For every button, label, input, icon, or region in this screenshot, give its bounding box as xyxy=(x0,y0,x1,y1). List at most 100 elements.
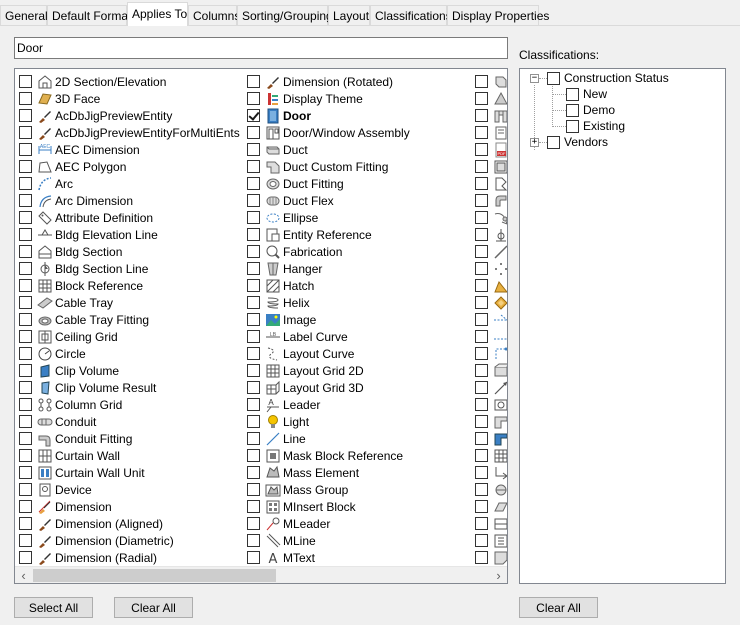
object-type-item[interactable]: Duct xyxy=(247,141,308,158)
object-type-checkbox[interactable] xyxy=(475,313,488,326)
object-type-checkbox[interactable] xyxy=(247,347,260,360)
object-type-checkbox[interactable] xyxy=(247,313,260,326)
object-type-item[interactable]: Helix xyxy=(247,294,310,311)
object-type-item[interactable]: PDF xyxy=(475,141,507,158)
object-type-checkbox[interactable] xyxy=(475,483,488,496)
object-type-checkbox[interactable] xyxy=(19,245,32,258)
object-type-checkbox[interactable] xyxy=(247,143,260,156)
object-type-checkbox[interactable] xyxy=(19,534,32,547)
tree-node-new[interactable]: New xyxy=(566,86,607,102)
horizontal-scrollbar[interactable]: ‹ › xyxy=(15,566,507,583)
object-type-item[interactable]: Mask Block Reference xyxy=(247,447,403,464)
object-type-checkbox[interactable] xyxy=(475,432,488,445)
object-type-checkbox[interactable] xyxy=(19,109,32,122)
object-type-item[interactable] xyxy=(475,260,507,277)
object-type-checkbox[interactable] xyxy=(19,75,32,88)
object-type-item[interactable] xyxy=(475,515,507,532)
collapse-icon[interactable]: − xyxy=(530,73,539,83)
object-type-checkbox[interactable] xyxy=(475,160,488,173)
object-type-item[interactable] xyxy=(475,192,507,209)
object-type-item[interactable]: Arc xyxy=(19,175,73,192)
tab-columns[interactable]: Columns xyxy=(188,5,240,25)
object-type-item[interactable]: Ellipse xyxy=(247,209,318,226)
filter-input[interactable] xyxy=(14,37,508,59)
object-type-item[interactable]: Dimension (Aligned) xyxy=(19,515,163,532)
object-type-item[interactable]: Clip Volume xyxy=(19,362,119,379)
object-type-checkbox[interactable] xyxy=(247,211,260,224)
tree-node-existing[interactable]: Existing xyxy=(566,118,625,134)
object-type-item[interactable]: Line xyxy=(247,430,306,447)
scroll-right-icon[interactable]: › xyxy=(490,567,507,583)
object-type-checkbox[interactable] xyxy=(247,449,260,462)
object-type-item[interactable] xyxy=(475,124,507,141)
object-type-checkbox[interactable] xyxy=(475,347,488,360)
object-type-item[interactable] xyxy=(475,345,507,362)
object-type-item[interactable]: Layout Grid 2D xyxy=(247,362,364,379)
object-type-item[interactable]: AcDbJigPreviewEntity xyxy=(19,107,172,124)
object-type-checkbox[interactable] xyxy=(19,347,32,360)
object-type-item[interactable]: Cable Tray Fitting xyxy=(19,311,149,328)
object-type-checkbox[interactable] xyxy=(247,432,260,445)
object-type-checkbox[interactable] xyxy=(247,330,260,343)
object-type-checkbox[interactable] xyxy=(19,160,32,173)
object-type-checkbox[interactable] xyxy=(475,228,488,241)
object-type-checkbox[interactable] xyxy=(247,381,260,394)
object-type-item[interactable] xyxy=(475,107,507,124)
object-type-item[interactable]: Entity Reference xyxy=(247,226,372,243)
object-type-checkbox[interactable] xyxy=(19,364,32,377)
object-type-checkbox[interactable] xyxy=(475,551,488,564)
classifications-tree[interactable]: − Construction Status New Demo Existing … xyxy=(519,68,726,584)
object-type-item[interactable]: Column Grid xyxy=(19,396,122,413)
object-type-checkbox[interactable] xyxy=(19,381,32,394)
object-type-item[interactable]: Duct Fitting xyxy=(247,175,344,192)
object-type-checkbox[interactable] xyxy=(475,245,488,258)
object-type-item[interactable] xyxy=(475,311,507,328)
object-type-item[interactable] xyxy=(475,464,507,481)
object-type-item[interactable] xyxy=(475,294,507,311)
object-type-checkbox[interactable] xyxy=(19,551,32,564)
object-type-checkbox[interactable] xyxy=(475,517,488,530)
object-type-checkbox[interactable] xyxy=(475,364,488,377)
object-type-item[interactable]: Door/Window Assembly xyxy=(247,124,410,141)
object-type-checkbox[interactable] xyxy=(19,211,32,224)
object-type-item[interactable]: Bldg Elevation Line xyxy=(19,226,158,243)
object-type-item[interactable]: AcDbJigPreviewEntityForMultiEnts xyxy=(19,124,240,141)
object-type-checkbox[interactable] xyxy=(19,517,32,530)
object-type-item[interactable]: Bldg Section xyxy=(19,243,122,260)
object-type-item[interactable]: Door xyxy=(247,107,311,124)
object-type-checkbox[interactable] xyxy=(247,466,260,479)
select-all-button[interactable]: Select All xyxy=(14,597,93,618)
object-type-item[interactable]: A Leader xyxy=(247,396,320,413)
object-type-item[interactable]: Duct Custom Fitting xyxy=(247,158,388,175)
object-type-checkbox[interactable] xyxy=(247,364,260,377)
scroll-thumb[interactable] xyxy=(33,569,276,582)
object-type-checkbox[interactable] xyxy=(19,313,32,326)
object-type-checkbox[interactable] xyxy=(247,279,260,292)
object-type-item[interactable] xyxy=(475,158,507,175)
object-type-item[interactable]: Duct Flex xyxy=(247,192,334,209)
object-type-checkbox[interactable] xyxy=(247,245,260,258)
object-type-checkbox[interactable] xyxy=(247,296,260,309)
object-type-checkbox[interactable] xyxy=(19,262,32,275)
object-type-item[interactable] xyxy=(475,498,507,515)
tree-checkbox[interactable] xyxy=(547,135,560,149)
object-type-item[interactable]: Hatch xyxy=(247,277,314,294)
object-type-item[interactable] xyxy=(475,243,507,260)
object-type-item[interactable]: Ceiling Grid xyxy=(19,328,118,345)
tree-node-demo[interactable]: Demo xyxy=(566,102,615,118)
object-type-item[interactable]: Block Reference xyxy=(19,277,143,294)
object-type-checkbox[interactable] xyxy=(19,177,32,190)
object-type-checkbox[interactable] xyxy=(475,534,488,547)
object-type-checkbox[interactable] xyxy=(247,228,260,241)
object-type-checkbox[interactable] xyxy=(247,517,260,530)
object-type-item[interactable]: Curtain Wall Unit xyxy=(19,464,145,481)
object-type-item[interactable]: 2D Section/Elevation xyxy=(19,73,166,90)
object-type-checkbox[interactable] xyxy=(19,466,32,479)
object-type-item[interactable] xyxy=(475,396,507,413)
object-type-checkbox[interactable] xyxy=(475,449,488,462)
object-type-item[interactable]: Layout Curve xyxy=(247,345,354,362)
object-type-item[interactable]: 3D Face xyxy=(19,90,100,107)
object-type-item[interactable] xyxy=(475,90,507,107)
object-type-item[interactable] xyxy=(475,549,507,566)
object-type-item[interactable]: Mass Element xyxy=(247,464,359,481)
